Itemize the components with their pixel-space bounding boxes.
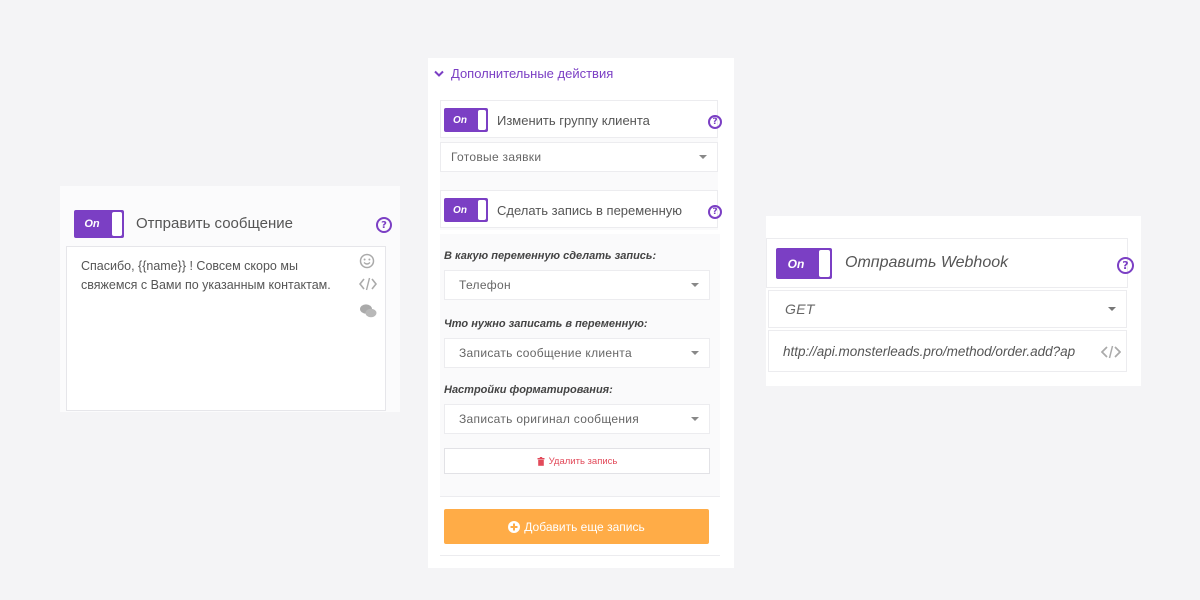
http-method-select[interactable]: GET xyxy=(768,290,1127,328)
send-message-toggle[interactable]: On xyxy=(74,210,124,238)
code-icon[interactable] xyxy=(1101,345,1121,359)
format-label: Настройки форматирования: xyxy=(444,384,613,396)
help-icon[interactable]: ? xyxy=(708,205,722,219)
what-label: Что нужно записать в переменную: xyxy=(444,318,648,330)
toggle-label: On xyxy=(84,218,100,230)
change-group-toggle[interactable]: On xyxy=(444,108,488,132)
webhook-url-value: http://api.monsterleads.pro/method/order… xyxy=(783,344,1076,359)
caret-down-icon xyxy=(699,155,707,159)
chat-icon[interactable] xyxy=(359,303,377,319)
toggle-knob xyxy=(112,212,122,236)
message-line: свяжемся с Вами по указанным контактам. xyxy=(81,278,331,292)
webhook-toggle[interactable]: On xyxy=(776,248,832,279)
chevron-down-icon xyxy=(434,70,444,77)
toggle-knob xyxy=(478,110,486,130)
send-message-panel: On Отправить сообщение ? Спасибо, {{name… xyxy=(60,186,400,412)
select-value: Записать сообщение клиента xyxy=(459,346,632,360)
toggle-knob xyxy=(819,250,830,277)
section-divider xyxy=(440,496,720,497)
toggle-knob xyxy=(478,200,486,220)
message-text: Спасибо, {{name}} ! Совсем скоро мы свяж… xyxy=(81,257,351,295)
client-group-select[interactable]: Готовые заявки xyxy=(440,142,718,172)
toggle-label: On xyxy=(453,114,467,126)
webhook-title: Отправить Webhook xyxy=(845,254,1009,271)
toggle-label: On xyxy=(453,204,467,216)
code-icon[interactable] xyxy=(359,277,377,291)
webhook-panel: On Отправить Webhook ? GET http://api.mo… xyxy=(766,216,1141,386)
section-divider xyxy=(440,555,720,556)
variable-select[interactable]: Телефон xyxy=(444,270,710,300)
delete-record-label: Удалить запись xyxy=(548,455,618,467)
smile-icon[interactable] xyxy=(359,253,375,269)
webhook-url-input[interactable]: http://api.monsterleads.pro/method/order… xyxy=(768,330,1127,372)
write-variable-toggle[interactable]: On xyxy=(444,198,488,222)
select-value: Телефон xyxy=(459,278,511,292)
trash-icon xyxy=(537,456,545,466)
additional-actions-header[interactable]: Дополнительные действия xyxy=(434,66,613,81)
help-icon[interactable]: ? xyxy=(708,115,722,129)
message-textarea[interactable]: Спасибо, {{name}} ! Совсем скоро мы свяж… xyxy=(66,246,386,411)
variable-label: В какую переменную сделать запись: xyxy=(444,250,657,262)
delete-record-button[interactable]: Удалить запись xyxy=(444,448,710,474)
toggle-label: On xyxy=(787,256,805,271)
format-select[interactable]: Записать оригинал сообщения xyxy=(444,404,710,434)
what-select[interactable]: Записать сообщение клиента xyxy=(444,338,710,368)
help-icon[interactable]: ? xyxy=(376,217,392,233)
message-line: Спасибо, {{name}} ! Совсем скоро мы xyxy=(81,259,298,273)
select-value: Записать оригинал сообщения xyxy=(459,412,640,426)
caret-down-icon xyxy=(691,351,699,355)
select-value: Готовые заявки xyxy=(451,150,542,164)
select-value: GET xyxy=(785,301,815,317)
caret-down-icon xyxy=(1108,307,1116,311)
additional-actions-panel: Дополнительные действия On Изменить груп… xyxy=(428,58,734,568)
add-record-button[interactable]: Добавить еще запись xyxy=(444,509,709,544)
change-group-title: Изменить группу клиента xyxy=(497,113,650,128)
help-icon[interactable]: ? xyxy=(1117,257,1134,274)
caret-down-icon xyxy=(691,283,699,287)
caret-down-icon xyxy=(691,417,699,421)
section-title: Дополнительные действия xyxy=(451,66,614,81)
write-variable-title: Сделать запись в переменную xyxy=(497,203,683,218)
plus-circle-icon xyxy=(508,520,521,533)
send-message-title: Отправить сообщение xyxy=(136,215,294,232)
add-record-label: Добавить еще запись xyxy=(524,519,645,534)
